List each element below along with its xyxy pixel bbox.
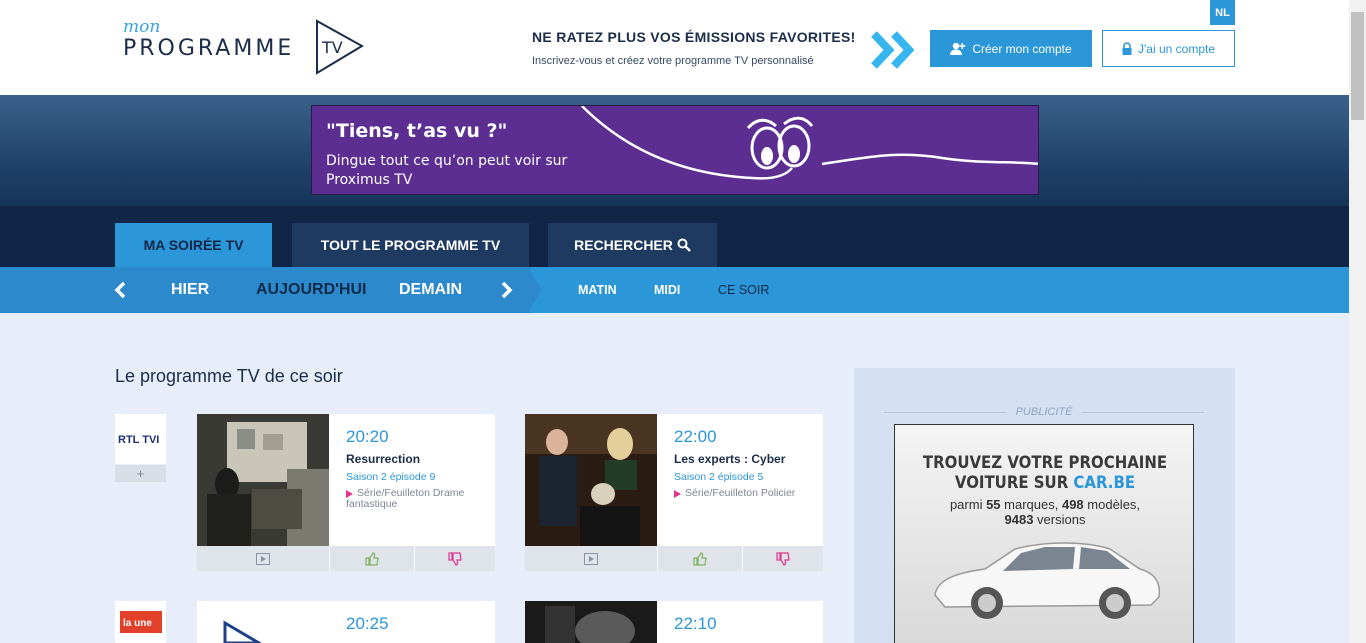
video-button[interactable] <box>197 546 329 571</box>
banner-text: Dingue tout ce qu’on peut voir sur Proxi… <box>326 153 568 188</box>
login-button[interactable]: J'ai un compte <box>1102 30 1235 67</box>
channel-logo-la-une[interactable]: la une <box>115 601 166 643</box>
program-title[interactable]: Resurrection <box>346 452 420 466</box>
add-user-icon <box>950 42 966 55</box>
program-genre: Série/Feuilleton Drame fantastique <box>346 487 465 510</box>
program-time: 22:00 <box>674 427 717 446</box>
program-thumbnail <box>525 414 657 546</box>
logo-tv-icon[interactable]: TV <box>315 19 365 75</box>
video-button[interactable] <box>525 546 657 571</box>
login-label: J'ai un compte <box>1138 41 1215 56</box>
program-episode: Saison 2 épisode 9 <box>346 471 436 483</box>
program-thumbnail <box>197 414 329 546</box>
program-card[interactable]: 22:00 Les experts : Cyber Saison 2 épiso… <box>525 414 823 571</box>
ad-heading-line-2: VOITURE SUR <box>954 473 1074 493</box>
dislike-button[interactable] <box>415 546 495 571</box>
promo-title: NE RATEZ PLUS VOS ÉMISSIONS FAVORITES! <box>532 29 856 45</box>
double-chevron-icon <box>871 31 915 69</box>
chevron-left-icon <box>114 281 126 299</box>
section-title: Le programme TV de ce soir <box>115 366 343 386</box>
tab-tout-le-programme[interactable]: TOUT LE PROGRAMME TV <box>292 223 529 267</box>
thumbs-down-icon <box>776 551 790 566</box>
dislike-button[interactable] <box>743 546 823 571</box>
program-genre: Série/Feuilleton Policier <box>685 487 796 499</box>
slot-midi[interactable]: MIDI <box>654 267 680 313</box>
program-time: 22:10 <box>674 614 717 633</box>
logo-tv-text: TV <box>321 38 343 57</box>
like-button[interactable] <box>658 546 742 571</box>
program-time: 20:25 <box>346 614 389 633</box>
language-nl-button[interactable]: NL <box>1210 0 1235 25</box>
program-card[interactable]: 20:20 Resurrection Saison 2 épisode 9 Sé… <box>197 414 495 571</box>
video-icon <box>584 552 598 565</box>
advertising-label-text: PUBLICITÉ <box>1015 406 1073 418</box>
car-illustration <box>934 542 1161 619</box>
ad-heading: TROUVEZ VOTRE PROCHAINE VOITURE SUR CAR.… <box>913 453 1177 493</box>
program-title[interactable]: Les experts : Cyber <box>674 452 785 466</box>
slot-matin[interactable]: MATIN <box>578 267 617 313</box>
channel-logo-rtl-tvi[interactable]: RTL TVI <box>115 414 166 464</box>
rtl-tvi-logo-text: RTL TVI <box>118 434 159 446</box>
car-be-ad[interactable]: TROUVEZ VOTRE PROCHAINE VOITURE SUR CAR.… <box>894 424 1194 643</box>
proximus-ad-banner[interactable]: "Tiens, t’as vu ?" Dingue tout ce qu’on … <box>311 105 1039 195</box>
tab-rechercher-label: RECHERCHER <box>574 237 673 253</box>
day-selector-separator <box>528 267 542 313</box>
add-channel-button[interactable]: + <box>115 465 166 482</box>
rtl-tvi-logo: RTL TVI <box>118 434 159 446</box>
program-thumbnail <box>525 601 657 643</box>
logo-programme[interactable]: PROGRAMME <box>123 36 294 61</box>
slot-ce-soir[interactable]: CE SOIR <box>718 267 769 313</box>
chevron-right-icon <box>501 281 513 299</box>
program-time: 20:20 <box>346 427 389 446</box>
la-une-logo-text: la une <box>123 618 152 629</box>
program-thumbnail <box>197 601 329 643</box>
ad-heading-line-1: TROUVEZ VOTRE PROCHAINE <box>922 453 1168 473</box>
program-card[interactable]: 20:25 <box>197 601 495 643</box>
thumbs-up-icon <box>365 551 379 566</box>
banner-title: "Tiens, t’as vu ?" <box>326 120 508 142</box>
ad-brand: CAR.BE <box>1073 473 1136 493</box>
create-account-button[interactable]: Créer mon compte <box>930 30 1092 67</box>
day-demain[interactable]: DEMAIN <box>399 267 462 313</box>
eyes-illustration <box>581 106 1038 180</box>
like-button[interactable] <box>330 546 414 571</box>
thumbs-up-icon <box>693 551 707 566</box>
previous-day-arrow[interactable] <box>113 267 127 313</box>
day-hier[interactable]: HIER <box>171 267 209 313</box>
advertising-label: PUBLICITÉ <box>884 404 1205 420</box>
program-episode: Saison 2 épisode 5 <box>674 471 764 483</box>
promo-subtitle: Inscrivez-vous et créez votre programme … <box>532 55 814 67</box>
tab-rechercher[interactable]: RECHERCHER <box>548 223 717 267</box>
ad-text: parmi 55 marques, 498 modèles, 9483 vers… <box>949 497 1141 527</box>
scrollbar-thumb[interactable] <box>1351 12 1364 120</box>
create-account-label: Créer mon compte <box>972 41 1072 56</box>
program-card[interactable]: 22:10 <box>525 601 823 643</box>
tab-ma-soiree[interactable]: MA SOIRÉE TV <box>115 223 272 267</box>
la-une-logo: la une <box>119 611 162 633</box>
search-icon <box>677 238 691 252</box>
next-day-arrow[interactable] <box>500 267 514 313</box>
thumbs-down-icon <box>448 551 462 566</box>
day-aujourdhui[interactable]: AUJOURD'HUI <box>256 267 366 313</box>
lock-icon <box>1122 42 1132 55</box>
video-icon <box>256 552 270 565</box>
logo-mon[interactable]: mon <box>123 17 160 37</box>
